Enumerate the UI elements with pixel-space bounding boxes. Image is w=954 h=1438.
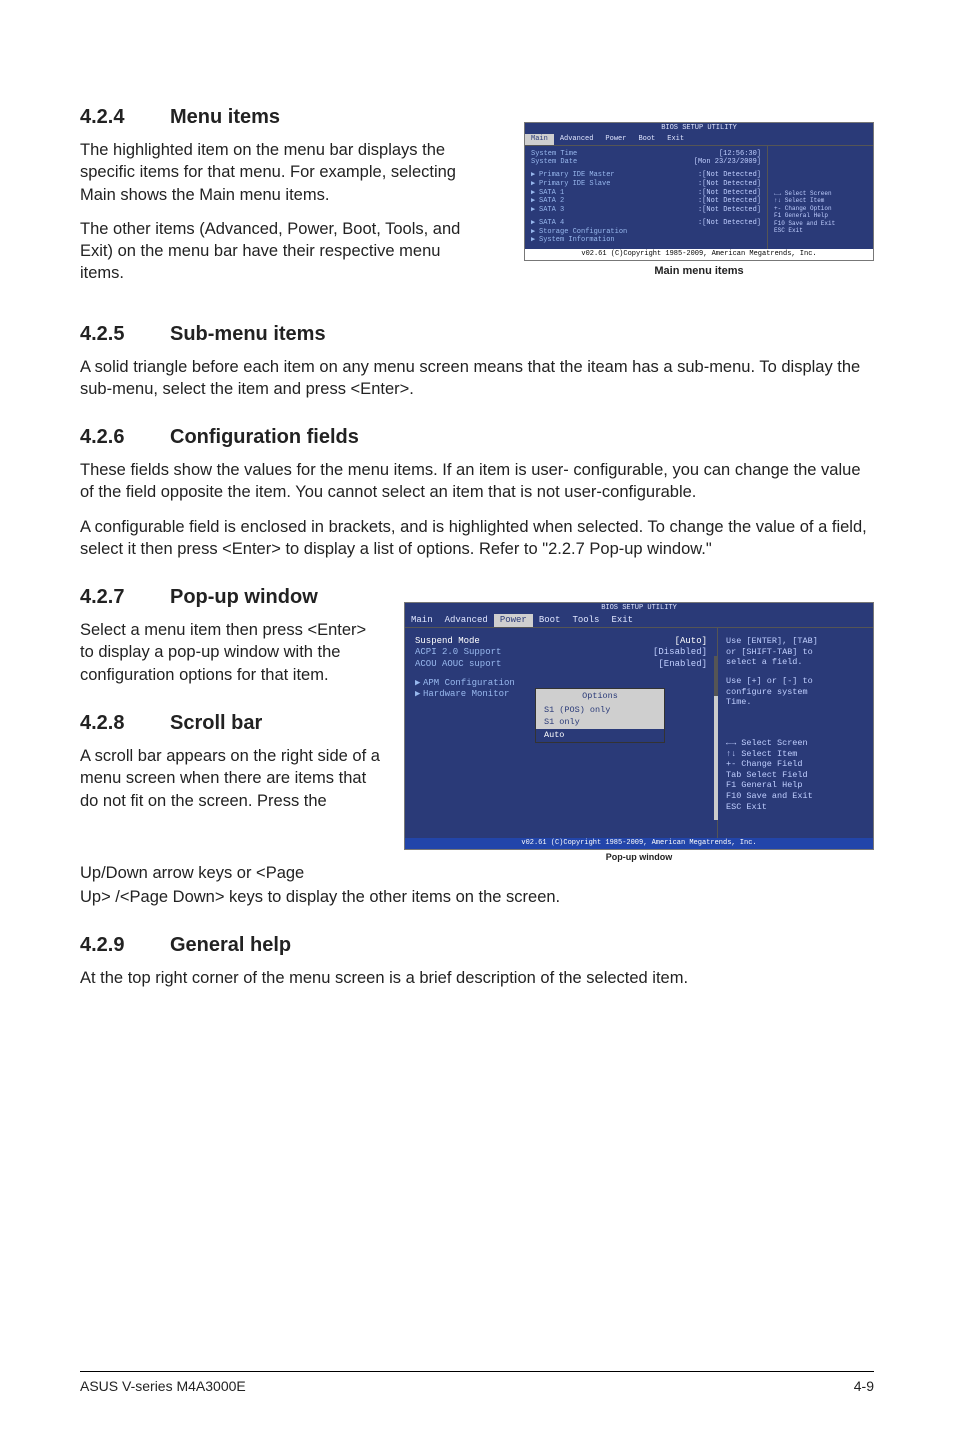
bios-popup-window: Options S1 (POS) only S1 only Auto [535, 688, 665, 743]
heading-4-2-9: 4.2.9General help [80, 934, 874, 957]
paragraph: Up> /<Page Down> keys to display the oth… [80, 886, 870, 908]
bios-menu-bar: Main Advanced Power Boot Tools Exit [405, 614, 873, 628]
bios-footer: v02.61 (C)Copyright 1985-2009, American … [525, 249, 873, 260]
bios-tab: Advanced [554, 134, 600, 145]
paragraph: These fields show the values for the men… [80, 459, 870, 504]
bios-tab: Boot [632, 134, 661, 145]
paragraph: A configurable field is enclosed in brac… [80, 516, 870, 561]
heading-4-2-5: 4.2.5Sub-menu items [80, 323, 874, 346]
bios-screenshot-main: BIOS SETUP UTILITY Main Advanced Power B… [524, 122, 874, 261]
bios-screenshot-popup: BIOS SETUP UTILITY Main Advanced Power B… [404, 602, 874, 850]
paragraph: Up/Down arrow keys or <Page [80, 862, 870, 884]
heading-4-2-6: 4.2.6Configuration fields [80, 426, 874, 449]
page-footer: ASUS V-series M4A3000E 4-9 [80, 1371, 874, 1394]
heading-title: Menu items [170, 106, 280, 128]
figure-caption: Pop-up window [404, 852, 874, 862]
bios-tab: Exit [661, 134, 690, 145]
footer-right: 4-9 [854, 1378, 874, 1394]
bios-scroll-thumb [714, 656, 718, 696]
bios-tab-main: Main [525, 134, 554, 145]
paragraph: Select a menu item then press <Enter> to… [80, 619, 380, 686]
figure-caption: Main menu items [524, 265, 874, 277]
paragraph: A scroll bar appears on the right side o… [80, 745, 380, 812]
bios-title: BIOS SETUP UTILITY [525, 123, 873, 134]
heading-4-2-8: 4.2.8Scroll bar [80, 712, 386, 735]
bios-menu-bar: Main Advanced Power Boot Exit [525, 134, 873, 146]
bios-left-pane: System Time[12:56:30] System Date[Mon 23… [525, 146, 768, 250]
heading-number: 4.2.4 [80, 106, 170, 129]
heading-4-2-4: 4.2.4Menu items [80, 106, 506, 129]
paragraph: At the top right corner of the menu scre… [80, 967, 870, 989]
paragraph: The highlighted item on the menu bar dis… [80, 139, 480, 206]
footer-left: ASUS V-series M4A3000E [80, 1378, 246, 1394]
heading-4-2-7: 4.2.7Pop-up window [80, 586, 386, 609]
bios-help-pane: ←→ Select Screen ↑↓ Select Item +- Chang… [768, 146, 873, 250]
paragraph: A solid triangle before each item on any… [80, 356, 870, 401]
paragraph: The other items (Advanced, Power, Boot, … [80, 218, 480, 285]
bios-tab: Power [599, 134, 632, 145]
